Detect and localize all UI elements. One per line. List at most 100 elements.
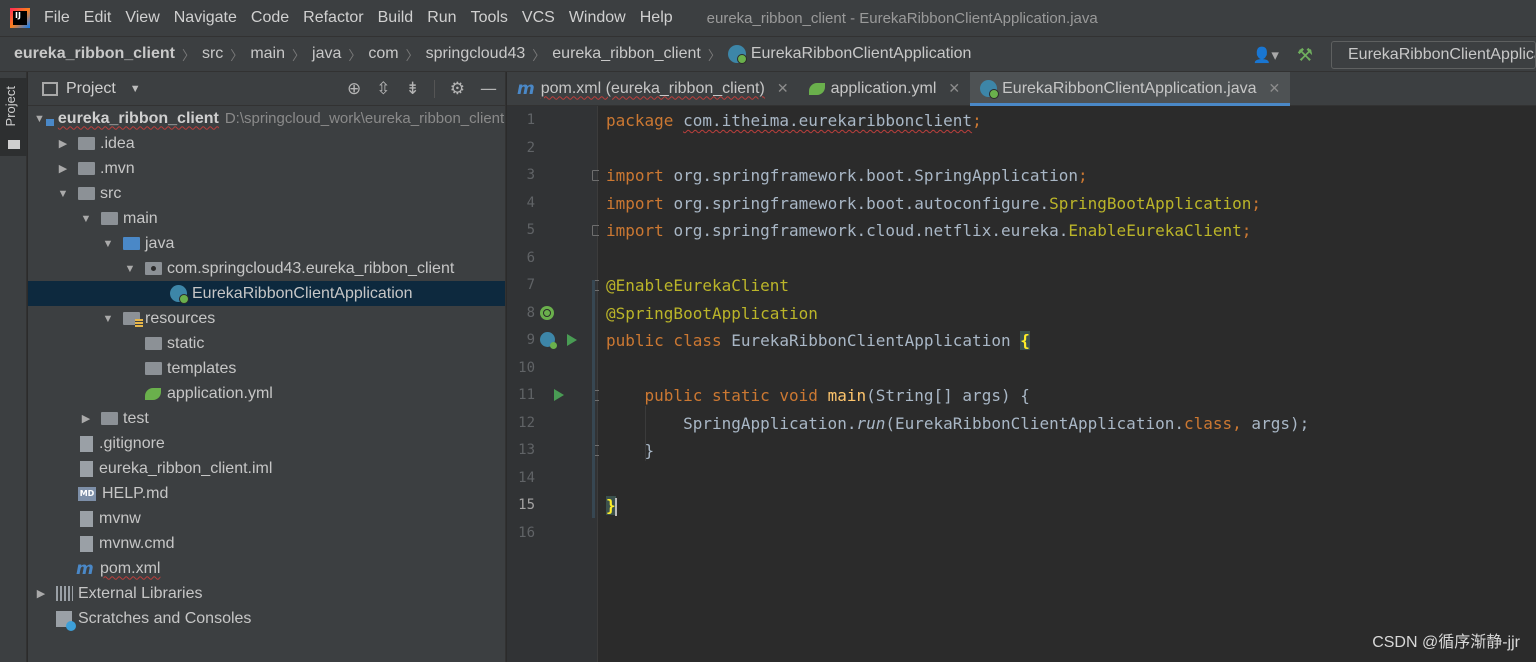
chevron-right-icon[interactable]: ▶ <box>79 412 93 425</box>
close-icon[interactable]: ✕ <box>1269 80 1281 97</box>
menu-refactor[interactable]: Refactor <box>303 9 363 27</box>
chevron-right-icon[interactable]: ▶ <box>56 162 70 175</box>
tree-node-application-yml[interactable]: application.yml <box>145 381 273 406</box>
menu-vcs[interactable]: VCS <box>522 9 555 27</box>
keyword: import <box>606 221 664 240</box>
tree-node-main[interactable]: ▼ main <box>79 206 158 231</box>
breadcrumb-springcloud43[interactable]: springcloud43 <box>426 45 526 63</box>
tree-node-external-libraries[interactable]: ▶ External Libraries <box>34 581 203 606</box>
menu-tools[interactable]: Tools <box>471 9 508 27</box>
chevron-down-icon[interactable]: ▼ <box>101 238 115 250</box>
tree-node-scratches[interactable]: Scratches and Consoles <box>56 606 251 631</box>
tree-node-help-md[interactable]: MD HELP.md <box>76 481 168 506</box>
tree-node-resources[interactable]: ▼ resources <box>101 306 215 331</box>
import-path: org.springframework.boot.SpringApplicati… <box>673 166 1079 185</box>
tree-node-mvn[interactable]: ▶ .mvn <box>56 156 135 181</box>
menu-file[interactable]: File <box>44 9 70 27</box>
breadcrumb-eureka-ribbon-client[interactable]: eureka_ribbon_client <box>552 45 701 63</box>
line-number: 10 <box>518 360 535 376</box>
gear-icon[interactable]: ⚙ <box>450 79 465 99</box>
menu-view[interactable]: View <box>125 9 159 27</box>
folder-icon <box>78 162 95 175</box>
line-number: 9 <box>526 332 535 348</box>
breadcrumb-separator-icon: 〉 <box>230 47 244 63</box>
expand-all-icon[interactable]: ⇳ <box>376 79 390 99</box>
tree-node-label: External Libraries <box>78 584 203 602</box>
tree-node-project-root[interactable]: ▼ eureka_ribbon_client D:\springcloud_wo… <box>34 106 504 131</box>
chevron-down-icon[interactable]: ▼ <box>130 83 141 95</box>
code-editor[interactable]: package com.itheima.eurekaribbonclient; … <box>599 106 1536 662</box>
tree-node-static[interactable]: static <box>145 331 204 356</box>
tree-node-templates[interactable]: templates <box>145 356 236 381</box>
user-icon[interactable]: 👤▾ <box>1253 46 1279 64</box>
run-icon[interactable] <box>567 334 577 346</box>
chevron-down-icon[interactable]: ▼ <box>101 313 115 325</box>
tree-node-java[interactable]: ▼ java <box>101 231 175 256</box>
chevron-right-icon[interactable]: ▶ <box>56 137 70 150</box>
locate-file-icon[interactable]: ⊕ <box>347 79 361 99</box>
run-configuration-selector[interactable]: EurekaRibbonClientApplication <box>1331 41 1536 69</box>
call-args-rest: args); <box>1241 414 1310 433</box>
method-signature: (String[] args) { <box>866 386 1030 405</box>
menu-window[interactable]: Window <box>569 9 626 27</box>
line-number-current: 15 <box>518 497 535 513</box>
menu-run[interactable]: Run <box>427 9 456 27</box>
project-panel-title[interactable]: Project <box>66 80 116 98</box>
menu-navigate[interactable]: Navigate <box>174 9 237 27</box>
tree-node-label: eureka_ribbon_client.iml <box>99 459 273 477</box>
toolbar-divider <box>433 80 435 98</box>
folder-icon <box>78 137 95 150</box>
breadcrumb-main[interactable]: main <box>250 45 285 63</box>
tree-node-mvnw[interactable]: mvnw <box>78 506 141 531</box>
tree-node-main-class[interactable]: EurekaRibbonClientApplication <box>28 281 505 306</box>
brace: { <box>1020 331 1030 350</box>
tab-application-yml[interactable]: application.yml ✕ <box>799 72 971 105</box>
breadcrumb-class[interactable]: EurekaRibbonClientApplication <box>727 45 971 64</box>
close-icon[interactable]: ✕ <box>948 80 960 97</box>
semicolon: ; <box>1251 194 1262 213</box>
folder-icon <box>145 362 162 375</box>
folder-icon <box>78 187 95 200</box>
close-icon[interactable]: ✕ <box>777 80 789 97</box>
collapse-all-icon[interactable]: ⇟ <box>406 79 420 99</box>
find-usages-icon[interactable] <box>540 306 554 320</box>
tree-node-package[interactable]: ▼ com.springcloud43.eureka_ribbon_client <box>123 256 455 281</box>
chevron-right-icon[interactable]: ▶ <box>34 587 48 600</box>
run-icon[interactable] <box>554 389 564 401</box>
tree-node-label: resources <box>145 309 216 327</box>
line-number: 8 <box>526 305 535 321</box>
tree-node-idea[interactable]: ▶ .idea <box>56 131 135 156</box>
comma: , <box>1232 414 1242 433</box>
tree-node-mvnw-cmd[interactable]: mvnw.cmd <box>78 531 175 556</box>
chevron-down-icon[interactable]: ▼ <box>56 188 70 200</box>
menu-help[interactable]: Help <box>640 9 673 27</box>
breadcrumb-project[interactable]: eureka_ribbon_client <box>14 45 175 63</box>
chevron-down-icon[interactable]: ▼ <box>79 213 93 225</box>
tree-node-gitignore[interactable]: .gitignore <box>78 431 165 456</box>
tab-eureka-ribbon-client-application[interactable]: EurekaRibbonClientApplication.java ✕ <box>970 72 1291 106</box>
chevron-down-icon[interactable]: ▼ <box>123 263 137 275</box>
breadcrumb-com[interactable]: com <box>368 45 398 63</box>
tree-node-pom-xml[interactable]: m pom.xml <box>76 556 160 581</box>
tree-node-label: templates <box>167 359 237 377</box>
tab-pom-xml[interactable]: m pom.xml (eureka_ribbon_client) ✕ <box>507 72 799 105</box>
tree-node-label: eureka_ribbon_client <box>57 109 219 127</box>
project-tool-window-tab[interactable]: Project <box>0 78 27 156</box>
spring-bean-icon[interactable] <box>540 332 557 349</box>
tree-node-iml[interactable]: eureka_ribbon_client.iml <box>78 456 272 481</box>
tree-node-src[interactable]: ▼ src <box>56 181 122 206</box>
code-line-12: SpringApplication.run(EurekaRibbonClient… <box>606 414 1309 433</box>
file-icon <box>80 435 93 452</box>
menu-code[interactable]: Code <box>251 9 289 27</box>
tree-node-test[interactable]: ▶ test <box>79 406 149 431</box>
line-number: 12 <box>518 415 535 431</box>
breadcrumb-java[interactable]: java <box>312 45 341 63</box>
hide-panel-icon[interactable]: — <box>480 79 497 99</box>
breadcrumb-src[interactable]: src <box>202 45 223 63</box>
package-icon <box>145 262 162 275</box>
editor-gutter[interactable]: 1 2 3 4 5 6 7 8 9 10 11 12 13 14 15 16 <box>507 106 602 662</box>
hammer-icon[interactable]: ⚒ <box>1297 45 1313 66</box>
chevron-down-icon[interactable]: ▼ <box>34 113 45 125</box>
menu-build[interactable]: Build <box>378 9 414 27</box>
menu-edit[interactable]: Edit <box>84 9 112 27</box>
